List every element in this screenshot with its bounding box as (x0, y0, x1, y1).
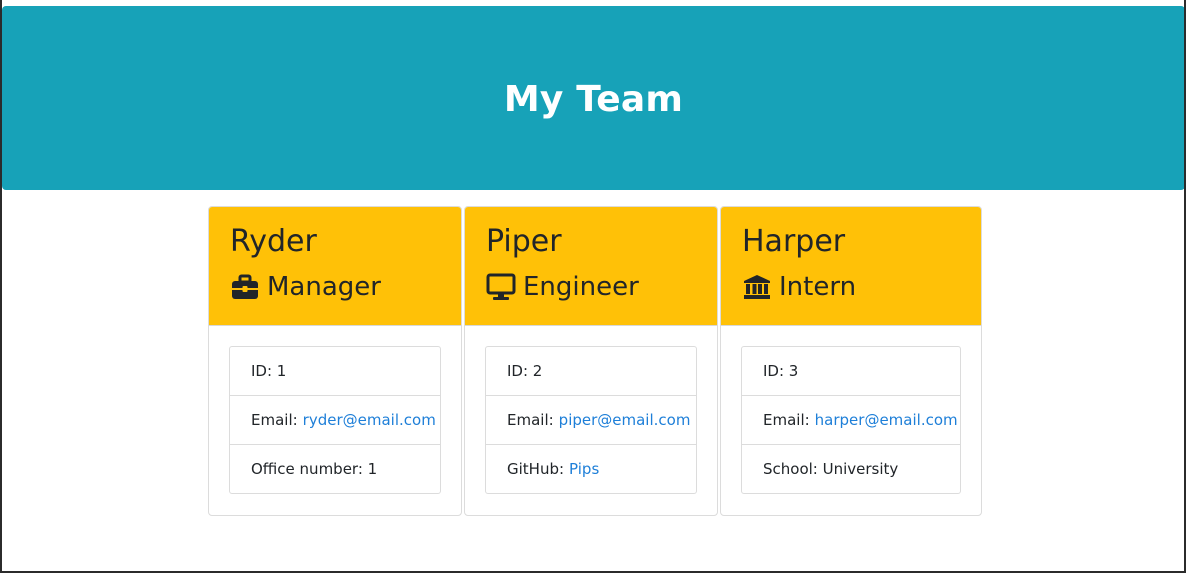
page-title: My Team (503, 78, 684, 120)
id-item: ID: 2 (486, 347, 696, 396)
page-header: My Team (2, 6, 1185, 190)
info-list: ID: 1 Email: ryder@email.com Office numb… (229, 346, 441, 494)
card-body: ID: 3 Email: harper@email.com School: Un… (721, 326, 981, 514)
role-label: Engineer (523, 272, 639, 302)
office-number-item: Office number: 1 (251, 460, 378, 478)
role-label: Intern (779, 272, 857, 302)
info-list: ID: 3 Email: harper@email.com School: Un… (741, 346, 961, 494)
card-header: Ryder Manager (209, 207, 461, 326)
employee-role: Intern (742, 272, 981, 302)
employee-card-manager: Ryder Manager ID: 1 Email: ryder@email.c… (208, 206, 462, 516)
email-label: Email: (763, 411, 810, 429)
email-link[interactable]: ryder@email.com (303, 411, 436, 429)
email-item: Email: piper@email.com (486, 396, 696, 445)
employee-role: Engineer (486, 272, 717, 302)
card-header: Harper Intern (721, 207, 981, 326)
desktop-icon (486, 273, 516, 301)
id-item: ID: 1 (230, 347, 440, 396)
github-item: GitHub: Pips (486, 445, 696, 493)
github-label: GitHub: (507, 460, 565, 478)
email-label: Email: (251, 411, 298, 429)
team-cards: Ryder Manager ID: 1 Email: ryder@email.c… (208, 206, 982, 516)
employee-role: Manager (230, 272, 461, 302)
employee-card-engineer: Piper Engineer ID: 2 Email: piper@email.… (464, 206, 718, 516)
email-item: Email: ryder@email.com (230, 396, 440, 445)
briefcase-icon (230, 273, 260, 301)
role-label: Manager (267, 272, 381, 302)
employee-card-intern: Harper Intern ID: 3 Email: harper@email.… (720, 206, 982, 516)
id-item: ID: 3 (742, 347, 960, 396)
email-link[interactable]: harper@email.com (815, 411, 958, 429)
email-label: Email: (507, 411, 554, 429)
university-icon (742, 273, 772, 301)
school-item: School: University (763, 460, 899, 478)
employee-name: Piper (486, 224, 562, 259)
employee-name: Ryder (230, 224, 317, 259)
card-body: ID: 2 Email: piper@email.com GitHub: Pip… (465, 326, 717, 514)
employee-name: Harper (742, 224, 846, 259)
email-item: Email: harper@email.com (742, 396, 960, 445)
card-header: Piper Engineer (465, 207, 717, 326)
card-body: ID: 1 Email: ryder@email.com Office numb… (209, 326, 461, 514)
email-link[interactable]: piper@email.com (559, 411, 691, 429)
github-link[interactable]: Pips (569, 460, 599, 478)
info-list: ID: 2 Email: piper@email.com GitHub: Pip… (485, 346, 697, 494)
